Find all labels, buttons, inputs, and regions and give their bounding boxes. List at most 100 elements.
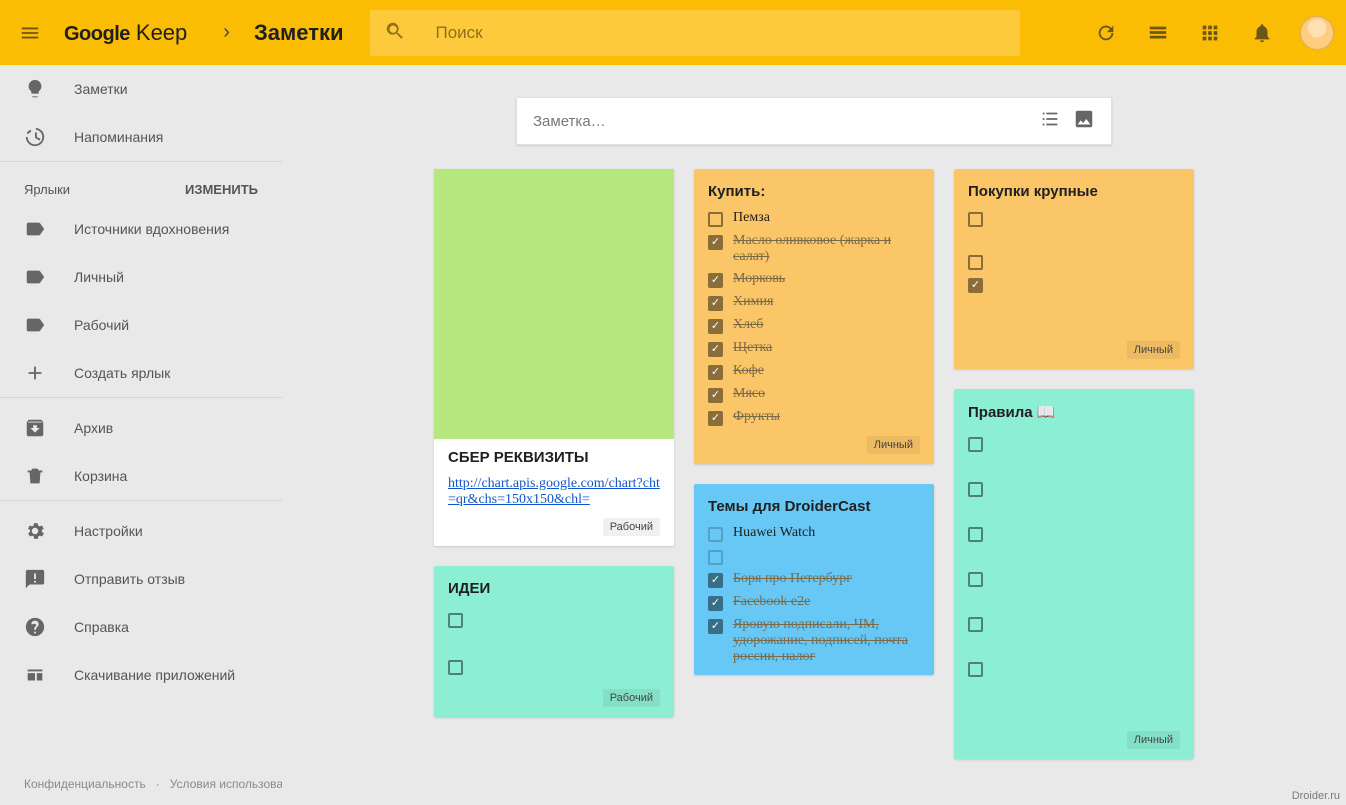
check-row[interactable]: Huawei Watch bbox=[708, 525, 920, 542]
checkbox[interactable] bbox=[708, 365, 723, 380]
note-chip[interactable]: Рабочий bbox=[603, 518, 660, 536]
sidebar-item-label: Напоминания bbox=[74, 129, 163, 145]
sidebar-item-label: Справка bbox=[74, 619, 129, 635]
checkbox[interactable] bbox=[708, 296, 723, 311]
menu-icon[interactable] bbox=[8, 11, 52, 55]
checkbox[interactable] bbox=[968, 572, 983, 587]
checkbox[interactable] bbox=[968, 482, 983, 497]
checkbox[interactable] bbox=[708, 235, 723, 250]
search-box[interactable] bbox=[370, 10, 1020, 56]
footer-terms[interactable]: Условия использования bbox=[156, 777, 282, 791]
checkbox[interactable] bbox=[708, 342, 723, 357]
checkbox[interactable] bbox=[708, 596, 723, 611]
checkbox[interactable] bbox=[708, 527, 723, 542]
avatar[interactable] bbox=[1300, 16, 1334, 50]
plus-icon bbox=[24, 362, 46, 384]
checkbox[interactable] bbox=[968, 662, 983, 677]
checkbox[interactable] bbox=[448, 613, 463, 628]
apps-icon[interactable] bbox=[1188, 11, 1232, 55]
image-icon[interactable] bbox=[1073, 108, 1095, 134]
check-row[interactable]: Фрукты bbox=[708, 409, 920, 426]
checkbox[interactable] bbox=[708, 388, 723, 403]
sidebar-item-notes[interactable]: Заметки bbox=[0, 65, 282, 113]
sidebar-item-settings[interactable]: Настройки bbox=[0, 507, 282, 555]
checkbox[interactable] bbox=[708, 550, 723, 565]
archive-icon bbox=[24, 417, 46, 439]
chevron-right-icon: › bbox=[203, 21, 250, 44]
check-text: Яровую подписали, ЧМ, удорожание, подпис… bbox=[733, 617, 920, 665]
note-card[interactable]: СБЕР РЕКВИЗИТЫ http://chart.apis.google.… bbox=[434, 169, 674, 546]
watermark: Droider.ru bbox=[1292, 790, 1340, 802]
note-chip[interactable]: Личный bbox=[1127, 731, 1180, 749]
check-row[interactable]: Морковь bbox=[708, 271, 920, 288]
footer-privacy[interactable]: Конфиденциальность bbox=[24, 777, 146, 791]
check-text: Мясо bbox=[733, 386, 765, 402]
list-icon[interactable] bbox=[1039, 108, 1061, 134]
check-text: Пемза bbox=[733, 210, 770, 226]
check-row[interactable]: Мясо bbox=[708, 386, 920, 403]
note-chip[interactable]: Личный bbox=[867, 436, 920, 454]
checkbox[interactable] bbox=[708, 411, 723, 426]
checkbox[interactable] bbox=[708, 573, 723, 588]
label-icon bbox=[24, 218, 46, 240]
note-chip[interactable]: Личный bbox=[1127, 341, 1180, 359]
refresh-icon[interactable] bbox=[1084, 11, 1128, 55]
note-chip[interactable]: Рабочий bbox=[603, 689, 660, 707]
sidebar-item-label: Корзина bbox=[74, 468, 127, 484]
sidebar-item-label: Источники вдохновения bbox=[74, 221, 229, 237]
note-title: Покупки крупные bbox=[968, 183, 1180, 200]
sidebar-label-inspiration[interactable]: Источники вдохновения bbox=[0, 205, 282, 253]
sidebar-item-trash[interactable]: Корзина bbox=[0, 452, 282, 500]
note-body: http://chart.apis.google.com/chart?cht=q… bbox=[448, 476, 660, 508]
sidebar-item-help[interactable]: Справка bbox=[0, 603, 282, 651]
checkbox[interactable] bbox=[708, 212, 723, 227]
check-row[interactable]: Боря про Петербург bbox=[708, 571, 920, 588]
checkbox[interactable] bbox=[968, 617, 983, 632]
checkbox[interactable] bbox=[708, 619, 723, 634]
app-logo[interactable]: Google Keep bbox=[56, 20, 199, 46]
check-row[interactable]: Хлеб bbox=[708, 317, 920, 334]
note-card[interactable]: Покупки крупные Личный bbox=[954, 169, 1194, 369]
take-note[interactable]: Заметка… bbox=[516, 97, 1112, 145]
checkbox[interactable] bbox=[968, 527, 983, 542]
sidebar-item-feedback[interactable]: Отправить отзыв bbox=[0, 555, 282, 603]
note-card[interactable]: ИДЕИ Рабочий bbox=[434, 566, 674, 717]
check-row[interactable]: Пемза bbox=[708, 210, 920, 227]
sidebar-item-reminders[interactable]: Напоминания bbox=[0, 113, 282, 161]
devices-icon bbox=[24, 664, 46, 686]
checkbox[interactable] bbox=[968, 255, 983, 270]
checkbox[interactable] bbox=[968, 278, 983, 293]
checkbox[interactable] bbox=[968, 212, 983, 227]
check-text: Кофе bbox=[733, 363, 764, 379]
note-card[interactable]: Купить: ПемзаМасло оливковое (жарка и са… bbox=[694, 169, 934, 464]
check-row[interactable]: Кофе bbox=[708, 363, 920, 380]
checkbox[interactable] bbox=[968, 437, 983, 452]
check-row[interactable]: Химия bbox=[708, 294, 920, 311]
sidebar-footer: Конфиденциальность Условия использования bbox=[0, 763, 282, 805]
note-card[interactable]: Правила 📖 Личный bbox=[954, 389, 1194, 759]
check-row[interactable]: Масло оливковое (жарка и салат) bbox=[708, 233, 920, 265]
note-card[interactable]: Темы для DroiderCast Huawei WatchБоря пр… bbox=[694, 484, 934, 675]
check-row[interactable]: Facebook e2e bbox=[708, 594, 920, 611]
search-input[interactable] bbox=[406, 23, 1010, 43]
view-list-icon[interactable] bbox=[1136, 11, 1180, 55]
sidebar-create-label[interactable]: Создать ярлык bbox=[0, 349, 282, 397]
labels-edit[interactable]: ИЗМЕНИТЬ bbox=[185, 182, 258, 197]
app-header: Google Keep › Заметки bbox=[0, 0, 1346, 65]
checkbox[interactable] bbox=[708, 273, 723, 288]
check-row[interactable]: Яровую подписали, ЧМ, удорожание, подпис… bbox=[708, 617, 920, 665]
sidebar-item-download[interactable]: Скачивание приложений bbox=[0, 651, 282, 699]
sidebar-label-personal[interactable]: Личный bbox=[0, 253, 282, 301]
checkbox[interactable] bbox=[448, 660, 463, 675]
label-icon bbox=[24, 314, 46, 336]
sidebar-label-work[interactable]: Рабочий bbox=[0, 301, 282, 349]
sidebar-item-archive[interactable]: Архив bbox=[0, 404, 282, 452]
reminder-icon bbox=[24, 126, 46, 148]
notifications-icon[interactable] bbox=[1240, 11, 1284, 55]
note-image bbox=[434, 169, 674, 439]
labels-title: Ярлыки bbox=[24, 182, 70, 197]
note-link[interactable]: http://chart.apis.google.com/chart?cht=q… bbox=[448, 476, 660, 507]
check-row[interactable]: Щетка bbox=[708, 340, 920, 357]
check-row[interactable] bbox=[708, 548, 920, 565]
checkbox[interactable] bbox=[708, 319, 723, 334]
